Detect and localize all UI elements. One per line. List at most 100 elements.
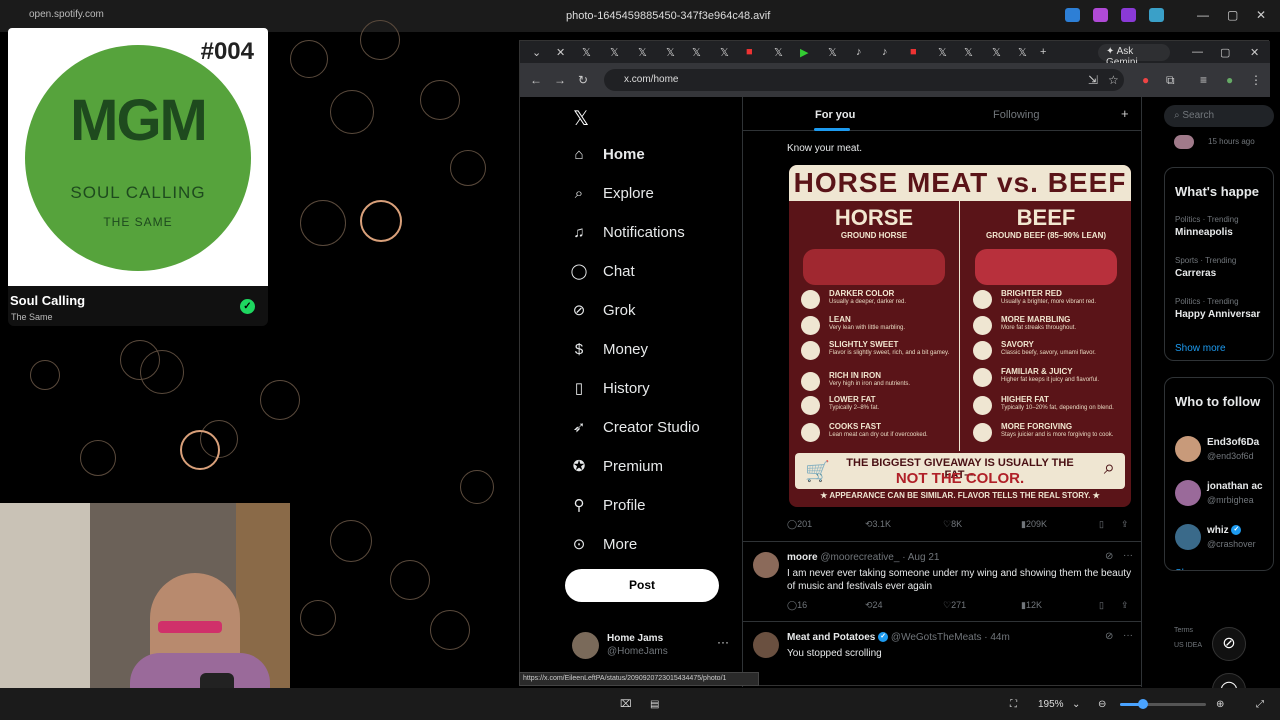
tab-following[interactable]: Following	[993, 109, 1039, 121]
show-more-link[interactable]: Show more	[1175, 568, 1226, 570]
extensions-icon[interactable]: ⧉	[1166, 73, 1175, 88]
terms-link[interactable]: Terms	[1174, 627, 1193, 634]
x-tab-icon[interactable]: 𝕏	[692, 46, 701, 59]
x-tab-icon[interactable]: 𝕏	[828, 46, 837, 59]
tweet-author[interactable]: Meat and Potatoes ✓ @WeGotsTheMeats · 44…	[787, 632, 1010, 643]
avatar[interactable]	[753, 552, 779, 578]
tweet[interactable]: Meat and Potatoes ✓ @WeGotsTheMeats · 44…	[743, 621, 1143, 687]
fit-icon[interactable]: ⌧	[620, 699, 632, 710]
new-tab-icon[interactable]: +	[1040, 46, 1046, 58]
retweet-button[interactable]: ⟲ 24	[865, 600, 883, 611]
install-icon[interactable]: ⇲	[1088, 73, 1098, 87]
info-icon[interactable]: ▤	[650, 699, 659, 710]
zoom-slider-knob[interactable]	[1138, 699, 1148, 709]
close-icon[interactable]: ✕	[1256, 8, 1266, 22]
trend-title[interactable]: Carreras	[1175, 268, 1216, 279]
like-button[interactable]: ♡ 271	[943, 600, 966, 611]
track-artist[interactable]: The Same	[11, 312, 53, 322]
profile-avatar[interactable]: ●	[1226, 73, 1233, 87]
close-icon[interactable]: ✕	[1250, 46, 1259, 59]
app-icon[interactable]	[1093, 8, 1108, 22]
star-icon[interactable]: ☆	[1108, 73, 1119, 87]
more-dots-icon[interactable]: ···	[717, 635, 729, 649]
retweet-button[interactable]: ⟲ 3.1K	[865, 519, 891, 530]
zoom-level[interactable]: 195%	[1038, 699, 1064, 710]
minimize-icon[interactable]: —	[1197, 8, 1209, 22]
views-button[interactable]: ▮ 12K	[1021, 600, 1042, 611]
grok-float-icon[interactable]: ⊘	[1212, 627, 1246, 661]
search-input[interactable]: ⌕ Search	[1164, 105, 1274, 127]
reply-button[interactable]: ◯ 201	[787, 519, 812, 530]
tiktok-tab-icon[interactable]: ♪	[882, 46, 888, 58]
tweet-image[interactable]: HORSE MEAT vs. BEEF HORSE GROUND HORSE B…	[789, 165, 1131, 507]
youtube-tab-icon[interactable]: ■	[746, 46, 753, 58]
like-button[interactable]: ♡ 8K	[943, 519, 962, 530]
show-more-link[interactable]: Show more	[1175, 343, 1226, 354]
follow-name[interactable]: whiz ✓	[1207, 525, 1242, 536]
x-tab-icon[interactable]: 𝕏	[964, 46, 973, 59]
reload-icon[interactable]: ↻	[578, 73, 588, 87]
reply-button[interactable]: ◯ 16	[787, 600, 807, 611]
x-tab-icon[interactable]: 𝕏	[1018, 46, 1027, 59]
x-tab-icon[interactable]: 𝕏	[774, 46, 783, 59]
spotify-now-playing[interactable]: #004 MGM SOUL CALLING THE SAME Soul Call…	[8, 28, 268, 326]
x-tab-icon[interactable]: 𝕏	[610, 46, 619, 59]
app-icon[interactable]	[1121, 8, 1136, 22]
youtube-tab-icon[interactable]: ■	[910, 46, 917, 58]
avatar[interactable]	[1175, 480, 1201, 506]
share-icon[interactable]: ⇪	[1121, 519, 1129, 530]
follow-name[interactable]: jonathan ac	[1207, 481, 1263, 492]
url-input[interactable]: x.com/home	[604, 69, 1124, 91]
trend-title[interactable]: Minneapolis	[1175, 227, 1233, 238]
app-icon[interactable]	[1149, 8, 1164, 22]
forward-icon[interactable]: →	[554, 73, 566, 87]
share-icon[interactable]: ⇪	[1121, 600, 1129, 611]
frame-icon[interactable]: ⛶	[1010, 699, 1017, 710]
maximize-icon[interactable]: ▢	[1220, 46, 1230, 59]
expand-icon[interactable]: ⤢	[1256, 699, 1264, 710]
bookmark-icon[interactable]: ▯	[1099, 519, 1104, 530]
x-tab-icon[interactable]: 𝕏	[638, 46, 647, 59]
avatar[interactable]	[1175, 524, 1201, 550]
trend-title[interactable]: Happy Anniversar	[1175, 309, 1260, 320]
grok-icon[interactable]: ⊘	[1105, 551, 1113, 562]
bookmark-icon[interactable]: ▯	[1099, 600, 1104, 611]
sidebar-icon[interactable]: ≡	[1200, 73, 1207, 87]
x-logo-icon[interactable]: 𝕏	[573, 106, 589, 131]
maximize-icon[interactable]: ▢	[1227, 8, 1238, 22]
zoom-in-icon[interactable]: ⊕	[1216, 699, 1224, 710]
post-button[interactable]: Post	[565, 569, 719, 602]
play-tab-icon[interactable]: ▶	[800, 46, 808, 59]
zoom-out-icon[interactable]: ⊖	[1098, 699, 1106, 710]
tweet[interactable]: moore @moorecreative_ · Aug 21 ⊘ ··· I a…	[743, 541, 1143, 621]
zoom-slider[interactable]	[1120, 699, 1206, 709]
chevron-down-icon[interactable]: ⌄	[1072, 699, 1080, 710]
more-dots-icon[interactable]: ···	[1123, 630, 1133, 641]
views-button[interactable]: ▮ 209K	[1021, 519, 1047, 530]
follow-name[interactable]: End3of6Da	[1207, 437, 1259, 448]
tiktok-tab-icon[interactable]: ♪	[856, 46, 862, 58]
x-tab-icon[interactable]: 𝕏	[938, 46, 947, 59]
back-icon[interactable]: ←	[530, 73, 542, 87]
tab-list-icon[interactable]: ⌄	[532, 46, 541, 59]
account-switcher[interactable]: Home Jams @HomeJams ···	[572, 632, 742, 666]
add-feed-icon[interactable]: +	[1121, 106, 1129, 121]
x-tab-icon[interactable]: 𝕏	[666, 46, 675, 59]
tab-for-you[interactable]: For you	[815, 109, 855, 121]
track-title[interactable]: Soul Calling	[10, 293, 85, 308]
menu-icon[interactable]: ⋮	[1250, 73, 1262, 87]
grok-icon[interactable]: ⊘	[1105, 631, 1113, 642]
saved-check-icon[interactable]: ✓	[240, 299, 255, 314]
x-tab-icon[interactable]: 𝕏	[992, 46, 1001, 59]
more-dots-icon[interactable]: ···	[1123, 550, 1133, 561]
tab-close-icon[interactable]: ✕	[556, 46, 565, 59]
avatar[interactable]	[1175, 436, 1201, 462]
x-tab-icon[interactable]: 𝕏	[582, 46, 591, 59]
extension-icon[interactable]: ●	[1142, 73, 1149, 87]
x-tab-icon[interactable]: 𝕏	[720, 46, 729, 59]
app-icon[interactable]	[1065, 8, 1080, 22]
tweet-author[interactable]: moore @moorecreative_ · Aug 21	[787, 552, 939, 563]
ask-gemini-button[interactable]: ✦ Ask Gemini	[1098, 44, 1170, 68]
minimize-icon[interactable]: —	[1192, 46, 1203, 58]
avatar[interactable]	[753, 632, 779, 658]
